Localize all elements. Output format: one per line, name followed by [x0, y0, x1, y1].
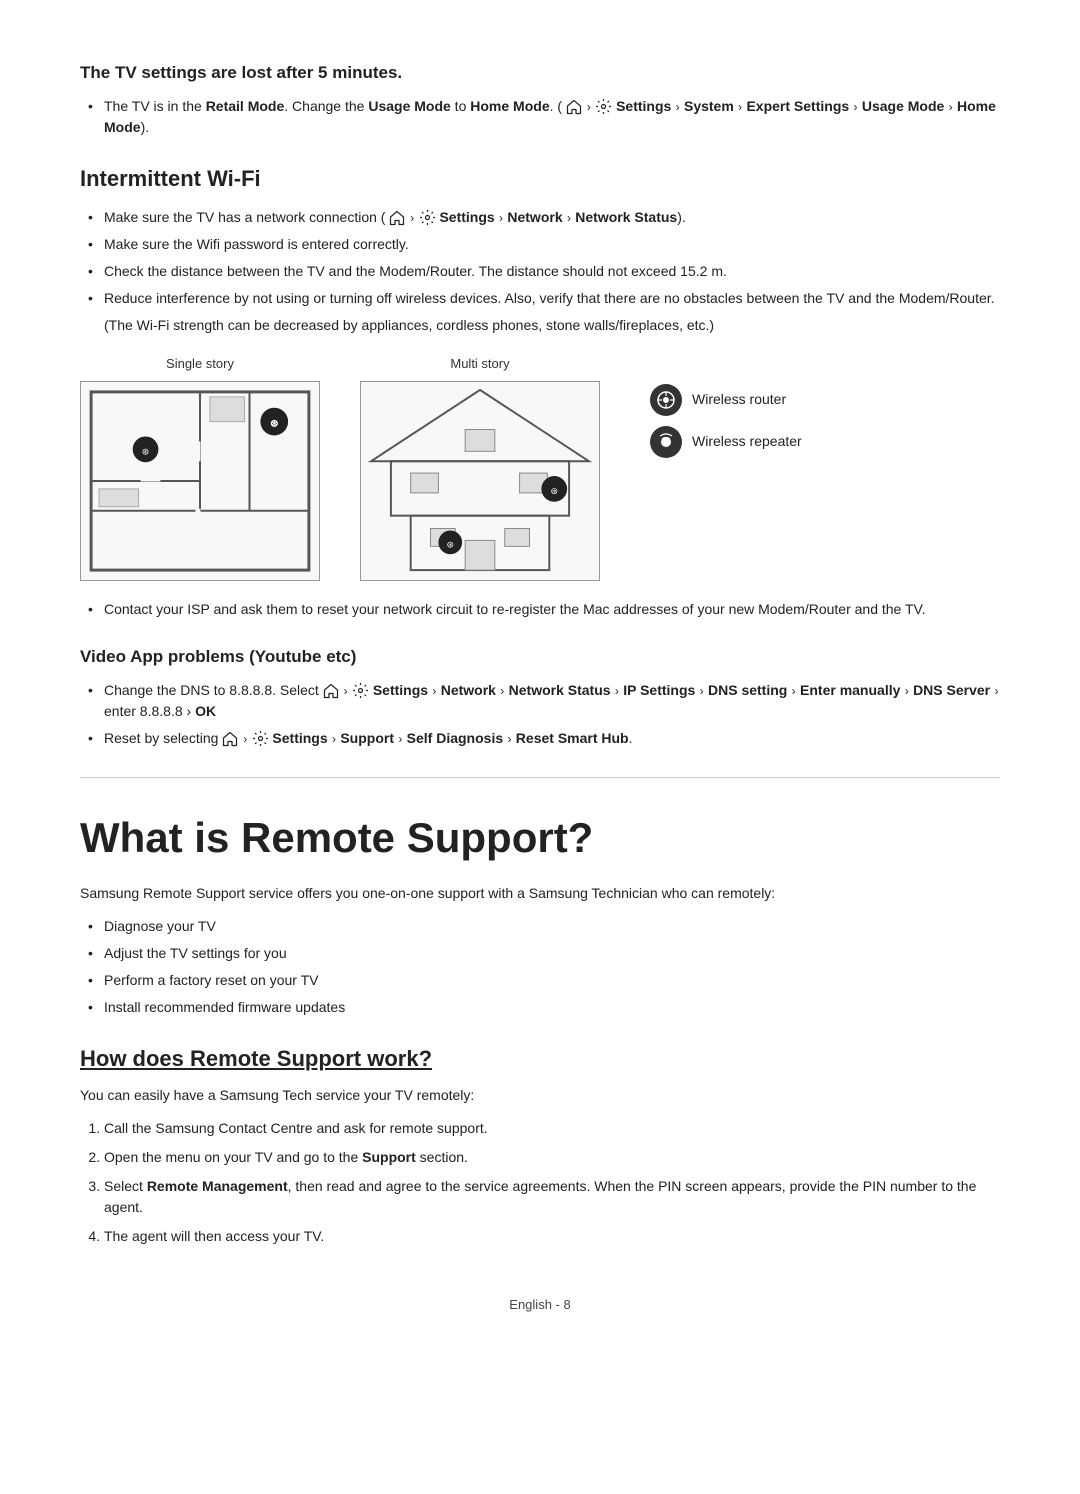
svg-text:⊛: ⊛	[142, 446, 149, 456]
legend-block: Wireless router Wireless repeater	[650, 384, 802, 458]
hw-step-4: The agent will then access your TV.	[104, 1226, 1000, 1247]
tv-settings-b1-to: to	[451, 98, 470, 114]
video-app-bullet1: Change the DNS to 8.8.8.8. Select › Sett…	[88, 680, 1000, 722]
wifi-bullet5: Contact your ISP and ask them to reset y…	[88, 599, 1000, 620]
home-icon	[566, 99, 582, 115]
legend-router-label: Wireless router	[692, 389, 786, 410]
legend-repeater-icon	[650, 426, 682, 458]
nav-settings: Settings	[616, 98, 671, 114]
hw-step-3: Select Remote Management, then read and …	[104, 1176, 1000, 1218]
settings-icon-4	[252, 730, 269, 747]
settings-icon-3	[352, 682, 369, 699]
wifi-bullet4: Reduce interference by not using or turn…	[88, 288, 1000, 309]
video-nav-settings: Settings	[373, 682, 428, 698]
wifi-note: (The Wi-Fi strength can be decreased by …	[104, 315, 1000, 336]
single-story-floorplan: ⊛ ⊛	[80, 381, 320, 581]
video-app-section: Video App problems (Youtube etc) Change …	[80, 644, 1000, 749]
home-icon-4	[222, 731, 238, 747]
hw-step-2: Open the menu on your TV and go to the S…	[104, 1147, 1000, 1168]
footer-text: English - 8	[509, 1297, 570, 1312]
svg-text:⊛: ⊛	[270, 419, 278, 430]
tv-settings-b1-path: . (	[550, 98, 562, 114]
svg-text:⊛: ⊛	[447, 539, 454, 549]
remote-support-section: What is Remote Support? Samsung Remote S…	[80, 806, 1000, 1018]
hw-step-1: Call the Samsung Contact Centre and ask …	[104, 1118, 1000, 1139]
multi-story-label: Multi story	[450, 354, 509, 374]
video-nav-diag: Self Diagnosis	[407, 730, 503, 746]
video-app-bullets: Change the DNS to 8.8.8.8. Select › Sett…	[80, 680, 1000, 749]
wifi-nav-settings: Settings	[439, 209, 494, 225]
multi-story-floorplan: ⊛ ⊛	[360, 381, 600, 581]
legend-repeater-item: Wireless repeater	[650, 426, 802, 458]
section-divider	[80, 777, 1000, 778]
video-b2-pre: Reset by selecting	[104, 730, 222, 746]
legend-router-item: Wireless router	[650, 384, 802, 416]
video-app-bullet2: Reset by selecting › Settings › Support …	[88, 728, 1000, 749]
video-b1-pre: Change the DNS to 8.8.8.8. Select	[104, 682, 323, 698]
diagram-section: Single story ⊛	[80, 354, 1000, 582]
hw-step-2-pre: Open the menu on your TV and go to the	[104, 1149, 362, 1165]
page-footer: English - 8	[80, 1295, 1000, 1315]
nav-system: System	[684, 98, 734, 114]
wifi-nav-network: Network	[507, 209, 562, 225]
legend-router-icon	[650, 384, 682, 416]
video-nav-server: DNS Server	[913, 682, 990, 698]
multi-story-block: Multi story ⊛	[360, 354, 600, 582]
remote-support-intro: Samsung Remote Support service offers yo…	[80, 883, 1000, 904]
video-nav-ok: OK	[195, 703, 216, 719]
wifi-bullets-2: Contact your ISP and ask them to reset y…	[80, 599, 1000, 620]
how-works-title: How does Remote Support work?	[80, 1042, 1000, 1075]
tv-settings-usage-mode: Usage Mode	[368, 98, 450, 114]
wifi-b1-pre: Make sure the TV has a network connectio…	[104, 209, 385, 225]
settings-icon-2	[419, 209, 436, 226]
wifi-nav-status: Network Status	[575, 209, 677, 225]
tv-settings-section: The TV settings are lost after 5 minutes…	[80, 60, 1000, 138]
tv-settings-title: The TV settings are lost after 5 minutes…	[80, 60, 1000, 86]
wifi-section: Intermittent Wi-Fi Make sure the TV has …	[80, 162, 1000, 621]
rs-bullet-4: Install recommended firmware updates	[88, 997, 1000, 1018]
nav-expert-settings: Expert Settings	[746, 98, 849, 114]
wifi-bullet1: Make sure the TV has a network connectio…	[88, 207, 1000, 228]
video-nav-status: Network Status	[509, 682, 611, 698]
tv-settings-b1-mid: . Change the	[284, 98, 368, 114]
video-nav-reset: Reset Smart Hub	[516, 730, 629, 746]
single-story-label: Single story	[166, 354, 234, 374]
tv-settings-b1-pre: The TV is in the	[104, 98, 206, 114]
video-nav-network: Network	[441, 682, 496, 698]
rs-bullet-3: Perform a factory reset on your TV	[88, 970, 1000, 991]
how-works-section: How does Remote Support work? You can ea…	[80, 1042, 1000, 1247]
rs-bullet-2: Adjust the TV settings for you	[88, 943, 1000, 964]
home-icon-3	[323, 683, 339, 699]
tv-settings-bullets: The TV is in the Retail Mode. Change the…	[80, 96, 1000, 138]
tv-settings-home-mode: Home Mode	[470, 98, 549, 114]
hw-step-3-bold: Remote Management	[147, 1178, 288, 1194]
video-nav-ip: IP Settings	[623, 682, 695, 698]
rs-bullet-1: Diagnose your TV	[88, 916, 1000, 937]
nav-usage-mode: Usage Mode	[862, 98, 944, 114]
tv-settings-bullet1: The TV is in the Retail Mode. Change the…	[88, 96, 1000, 138]
settings-icon	[595, 98, 612, 115]
legend-repeater-label: Wireless repeater	[692, 431, 802, 452]
wifi-bullet3: Check the distance between the TV and th…	[88, 261, 1000, 282]
remote-support-title: What is Remote Support?	[80, 806, 1000, 869]
video-nav-enter: Enter manually	[800, 682, 900, 698]
tv-settings-retail-mode: Retail Mode	[206, 98, 285, 114]
remote-support-bullets: Diagnose your TV Adjust the TV settings …	[80, 916, 1000, 1018]
video-nav-dns: DNS setting	[708, 682, 787, 698]
video-nav-settings2: Settings	[272, 730, 327, 746]
single-story-block: Single story ⊛	[80, 354, 320, 582]
hw-step-2-post: section.	[416, 1149, 468, 1165]
home-icon-2	[389, 210, 405, 226]
video-app-title: Video App problems (Youtube etc)	[80, 644, 1000, 670]
wifi-bullets: Make sure the TV has a network connectio…	[80, 207, 1000, 309]
how-works-intro: You can easily have a Samsung Tech servi…	[80, 1085, 1000, 1106]
how-works-steps: Call the Samsung Contact Centre and ask …	[80, 1118, 1000, 1247]
wifi-title: Intermittent Wi-Fi	[80, 162, 1000, 195]
hw-step-2-bold: Support	[362, 1149, 416, 1165]
wifi-bullet2: Make sure the Wifi password is entered c…	[88, 234, 1000, 255]
video-nav-support: Support	[340, 730, 394, 746]
svg-text:⊛: ⊛	[551, 486, 558, 496]
hw-step-3-pre: Select	[104, 1178, 147, 1194]
